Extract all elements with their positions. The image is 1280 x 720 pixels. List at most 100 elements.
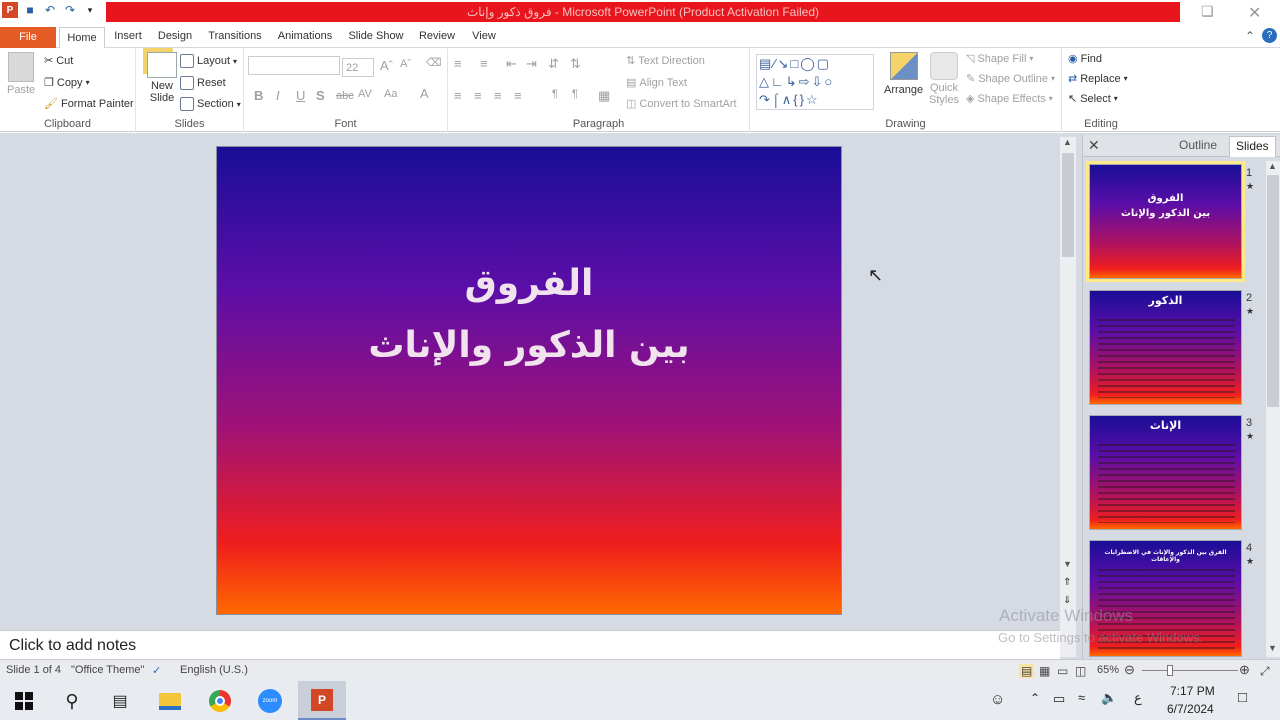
current-slide[interactable]: الفروق بين الذكور والإناث: [216, 146, 842, 615]
convert-smartart-button[interactable]: ◫ Convert to SmartArt: [626, 97, 737, 111]
tab-outline[interactable]: Outline: [1179, 138, 1217, 152]
theme-name[interactable]: "Office Theme": [71, 664, 144, 676]
bidi-icon[interactable]: ⇵: [548, 56, 559, 72]
zoom-app-icon[interactable]: zoom: [256, 687, 284, 715]
slideshow-view-icon[interactable]: ◫: [1075, 664, 1086, 678]
chrome-icon[interactable]: [206, 687, 234, 715]
align-center-icon[interactable]: ≡: [474, 88, 482, 103]
shape-fill-button[interactable]: ◹ Shape Fill ▾: [966, 52, 1033, 66]
justify-icon[interactable]: ≡: [514, 88, 522, 103]
arrange-button[interactable]: Arrange: [884, 52, 923, 96]
format-painter-button[interactable]: 🖌 Format Painter: [44, 97, 134, 111]
proofing-icon[interactable]: ✓: [152, 664, 161, 677]
slide-thumbnail-3[interactable]: الإناث: [1089, 415, 1242, 530]
section-button[interactable]: Section ▾: [180, 97, 241, 111]
search-icon[interactable]: ⚲: [58, 687, 86, 715]
customize-qat-icon[interactable]: ▾: [82, 2, 98, 18]
next-slide-icon[interactable]: ⇓: [1063, 595, 1071, 606]
columns-icon[interactable]: ▦: [598, 88, 610, 104]
text-direction-button[interactable]: ⇅ Text Direction: [626, 54, 705, 68]
prev-slide-icon[interactable]: ⇑: [1063, 577, 1071, 588]
layout-button[interactable]: Layout ▾: [180, 54, 237, 68]
find-button[interactable]: ◉ Find: [1068, 52, 1102, 66]
input-language[interactable]: ع: [1134, 690, 1142, 706]
volume-icon[interactable]: 🔈: [1101, 690, 1117, 706]
scroll-down-icon[interactable]: ▼: [1268, 643, 1277, 653]
rtl-icon[interactable]: ¶: [572, 88, 578, 100]
tab-home[interactable]: Home: [59, 27, 105, 49]
restore-icon[interactable]: ❏: [1201, 3, 1214, 20]
slide-sorter-icon[interactable]: ▦: [1039, 664, 1050, 678]
notifications-icon[interactable]: □: [1238, 689, 1247, 706]
scroll-up-icon[interactable]: ▲: [1268, 161, 1277, 171]
scroll-thumb[interactable]: [1062, 153, 1074, 257]
shape-outline-button[interactable]: ✎ Shape Outline ▾: [966, 72, 1055, 86]
select-button[interactable]: ↖ Select ▾: [1068, 92, 1118, 106]
tab-view[interactable]: View: [467, 26, 501, 48]
tab-animations[interactable]: Animations: [274, 26, 336, 48]
slide-title-line2[interactable]: بين الذكور والإناث: [217, 325, 841, 366]
tab-insert[interactable]: Insert: [110, 26, 146, 48]
reset-button[interactable]: Reset: [180, 76, 226, 90]
shapes-gallery[interactable]: ▤∕↘□◯▢ △∟↳⇨⇩○ ↷⌠∧{}☆: [756, 54, 874, 110]
tab-file[interactable]: File: [0, 27, 56, 48]
powerpoint-taskbar-icon[interactable]: P: [298, 681, 346, 720]
tab-transitions[interactable]: Transitions: [204, 26, 266, 48]
slide-thumbnail-2[interactable]: الذكور: [1089, 290, 1242, 405]
tab-slides[interactable]: Slides: [1229, 136, 1276, 157]
clear-formatting-icon[interactable]: ⌫: [426, 56, 442, 69]
slide-title-line1[interactable]: الفروق: [217, 263, 841, 304]
tab-design[interactable]: Design: [154, 26, 196, 48]
zoom-in-icon[interactable]: ⊕: [1239, 662, 1250, 678]
change-case-icon[interactable]: Aa: [384, 88, 397, 100]
zoom-slider-thumb[interactable]: [1167, 665, 1173, 676]
align-left-icon[interactable]: ≡: [454, 88, 462, 103]
zoom-slider[interactable]: [1142, 670, 1238, 671]
windows-start-icon[interactable]: [10, 687, 38, 715]
undo-icon[interactable]: ↶: [42, 2, 58, 18]
line-spacing-icon[interactable]: ⇅: [570, 56, 581, 72]
slide-thumbnail-1[interactable]: الفروق بين الذكور والإناث: [1089, 164, 1242, 279]
clock-time[interactable]: 7:17 PM: [1170, 684, 1215, 698]
copy-button[interactable]: ❐ Copy ▾: [44, 76, 90, 90]
decrease-indent-icon[interactable]: ⇤: [506, 56, 517, 72]
normal-view-icon[interactable]: ▤: [1019, 664, 1035, 678]
close-window-icon[interactable]: ✕: [1248, 3, 1261, 23]
reading-view-icon[interactable]: ▭: [1057, 664, 1068, 678]
char-spacing-icon[interactable]: AV: [358, 88, 372, 100]
close-pane-icon[interactable]: ✕: [1088, 137, 1100, 154]
scroll-thumb[interactable]: [1267, 175, 1279, 407]
grow-font-icon[interactable]: Aˆ: [380, 58, 393, 73]
shape-effects-button[interactable]: ◈ Shape Effects ▾: [966, 92, 1053, 106]
slides-pane-scrollbar[interactable]: ▲ ▼: [1266, 161, 1280, 657]
wifi-icon[interactable]: ≈: [1078, 690, 1085, 705]
save-icon[interactable]: ■: [22, 2, 38, 18]
tab-review[interactable]: Review: [415, 26, 459, 48]
fit-to-window-icon[interactable]: ⤢: [1260, 664, 1270, 679]
clock-date[interactable]: 6/7/2024: [1167, 702, 1214, 716]
shadow-icon[interactable]: S: [316, 88, 325, 103]
zoom-level[interactable]: 65%: [1097, 664, 1119, 676]
zoom-out-icon[interactable]: ⊖: [1124, 662, 1135, 678]
font-color-icon[interactable]: A: [420, 86, 429, 101]
battery-icon[interactable]: ▭: [1053, 691, 1065, 707]
scroll-up-icon[interactable]: ▲: [1063, 137, 1072, 147]
help-icon[interactable]: ?: [1262, 28, 1277, 43]
minimize-ribbon-icon[interactable]: ⌃: [1245, 29, 1255, 43]
italic-icon[interactable]: I: [276, 88, 280, 103]
font-name-input[interactable]: [248, 56, 340, 75]
align-right-icon[interactable]: ≡: [494, 88, 502, 103]
font-size-input[interactable]: 22: [342, 58, 374, 77]
bullets-icon[interactable]: ≡: [454, 56, 462, 71]
scroll-down-icon[interactable]: ▼: [1063, 559, 1072, 569]
underline-icon[interactable]: U: [296, 88, 305, 103]
align-text-button[interactable]: ▤ Align Text: [626, 76, 687, 90]
tab-slide-show[interactable]: Slide Show: [345, 26, 407, 48]
numbering-icon[interactable]: ≡: [480, 56, 488, 71]
file-explorer-icon[interactable]: [156, 687, 184, 715]
powerpoint-app-icon[interactable]: P: [2, 2, 18, 18]
editor-scrollbar[interactable]: ▲ ▼ ⇑ ⇓: [1060, 137, 1076, 657]
redo-icon[interactable]: ↷: [62, 2, 78, 18]
quick-styles-button[interactable]: Quick Styles: [926, 52, 962, 106]
shrink-font-icon[interactable]: Aˇ: [400, 58, 411, 70]
